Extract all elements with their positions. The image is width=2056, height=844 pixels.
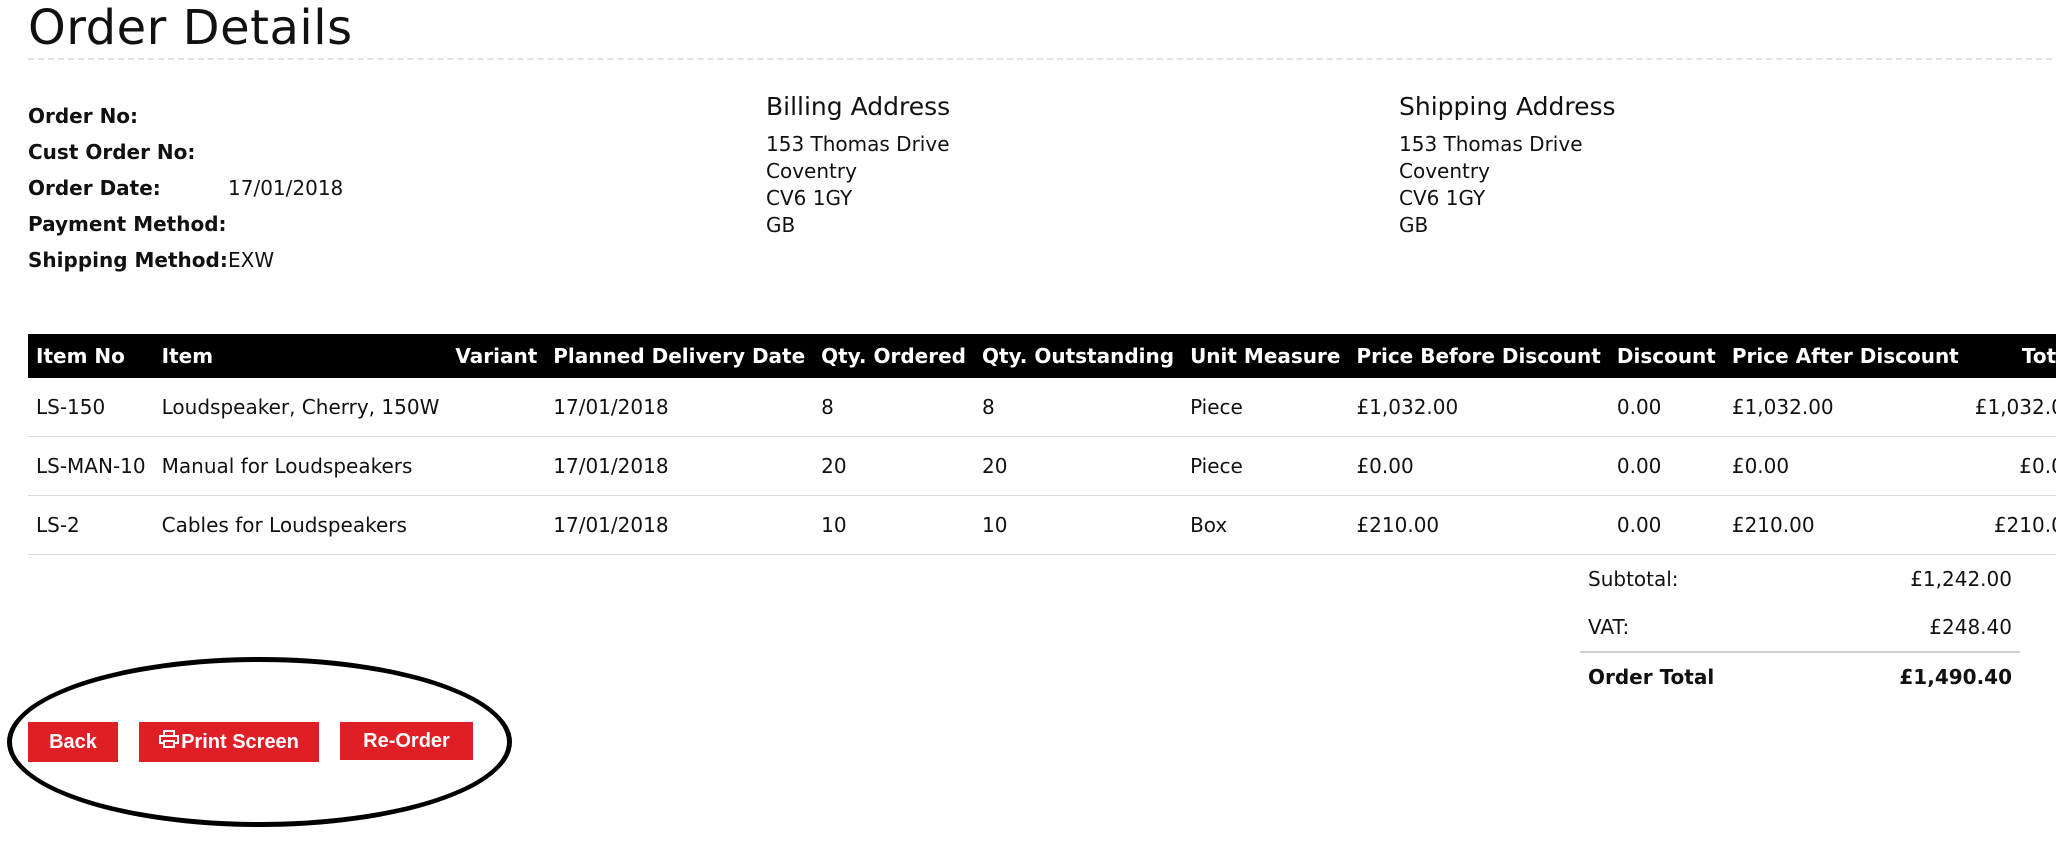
subtotal-label: Subtotal:: [1588, 567, 1679, 591]
reorder-button[interactable]: Re-Order: [340, 722, 473, 760]
shipping-method-row: Shipping Method: EXW: [28, 242, 548, 278]
cell-item: Loudspeaker, Cherry, 150W: [153, 378, 448, 437]
cell-discount: 0.00: [1608, 378, 1724, 437]
col-header-price-before-discount: Price Before Discount: [1348, 334, 1609, 378]
col-header-qty-outstanding: Qty. Outstanding: [974, 334, 1183, 378]
cell-total: £0.00: [1966, 436, 2056, 496]
cell-discount: 0.00: [1608, 436, 1724, 496]
col-header-item: Item: [153, 334, 448, 378]
cell-qty-outstanding: 20: [974, 436, 1183, 496]
cell-qty-ordered: 20: [813, 436, 974, 496]
table-header-row: Item No Item Variant Planned Delivery Da…: [28, 334, 2056, 378]
order-lines-table: Item No Item Variant Planned Delivery Da…: [28, 334, 2056, 555]
table-row: LS-2 Cables for Loudspeakers 17/01/2018 …: [28, 495, 2056, 555]
shipping-address-line: GB: [1399, 213, 1429, 237]
cell-unit-measure: Piece: [1182, 378, 1349, 437]
cell-variant: [447, 378, 546, 437]
billing-address-line: 153 Thomas Drive: [766, 132, 950, 156]
cell-planned-delivery-date: 17/01/2018: [545, 495, 814, 555]
cust-order-no-label: Cust Order No:: [28, 140, 196, 164]
cell-price-after-discount: £0.00: [1723, 436, 1967, 496]
order-total-value: £1,490.40: [1899, 665, 2012, 689]
order-date-value: 17/01/2018: [228, 176, 344, 200]
order-info: Order No: Cust Order No: Order Date: 17/…: [28, 98, 548, 278]
col-header-qty-ordered: Qty. Ordered: [813, 334, 974, 378]
table-row: LS-MAN-10 Manual for Loudspeakers 17/01/…: [28, 436, 2056, 496]
billing-address-line: CV6 1GY: [766, 186, 853, 210]
cell-unit-measure: Piece: [1182, 436, 1349, 496]
shipping-address-line: CV6 1GY: [1399, 186, 1486, 210]
order-date-label: Order Date:: [28, 176, 161, 200]
col-header-unit-measure: Unit Measure: [1182, 334, 1349, 378]
vat-row: VAT: £248.40: [1580, 603, 2020, 651]
order-total-label: Order Total: [1588, 665, 1715, 689]
shipping-address: Shipping Address 153 Thomas Drive Covent…: [1399, 92, 1819, 239]
back-button[interactable]: Back: [28, 722, 118, 762]
vat-value: £248.40: [1929, 615, 2012, 639]
col-header-total: Total: [1966, 334, 2056, 378]
cell-qty-outstanding: 8: [974, 378, 1183, 437]
cell-price-before-discount: £0.00: [1348, 436, 1609, 496]
order-date-row: Order Date: 17/01/2018: [28, 170, 548, 206]
col-header-planned-delivery-date: Planned Delivery Date: [545, 334, 814, 378]
billing-address-line: Coventry: [766, 159, 857, 183]
cell-discount: 0.00: [1608, 495, 1724, 555]
cell-qty-ordered: 10: [813, 495, 974, 555]
cell-total: £210.00: [1966, 495, 2056, 555]
title-divider: [28, 58, 2052, 60]
col-header-price-after-discount: Price After Discount: [1723, 334, 1967, 378]
shipping-address-line: 153 Thomas Drive: [1399, 132, 1583, 156]
col-header-item-no: Item No: [28, 334, 154, 378]
print-screen-button[interactable]: Print Screen: [139, 722, 319, 762]
cell-unit-measure: Box: [1182, 495, 1349, 555]
order-no-row: Order No:: [28, 98, 548, 134]
order-totals: Subtotal: £1,242.00 VAT: £248.40 Order T…: [1580, 555, 2020, 701]
print-screen-button-label: Print Screen: [181, 730, 299, 753]
table-row: LS-150 Loudspeaker, Cherry, 150W 17/01/2…: [28, 378, 2056, 437]
cust-order-no-row: Cust Order No:: [28, 134, 548, 170]
payment-method-row: Payment Method:: [28, 206, 548, 242]
cell-item: Manual for Loudspeakers: [153, 436, 448, 496]
subtotal-value: £1,242.00: [1910, 567, 2012, 591]
cell-qty-ordered: 8: [813, 378, 974, 437]
payment-method-label: Payment Method:: [28, 212, 227, 236]
back-button-label: Back: [49, 730, 97, 753]
col-header-variant: Variant: [447, 334, 546, 378]
billing-address-line: GB: [766, 213, 796, 237]
cell-price-after-discount: £210.00: [1723, 495, 1967, 555]
order-total-row: Order Total £1,490.40: [1580, 651, 2020, 701]
shipping-method-label: Shipping Method:: [28, 248, 228, 272]
col-header-discount: Discount: [1608, 334, 1724, 378]
cell-total: £1,032.00: [1966, 378, 2056, 437]
page-title: Order Details: [28, 0, 353, 56]
vat-label: VAT:: [1588, 615, 1630, 639]
reorder-button-label: Re-Order: [363, 729, 450, 752]
cell-planned-delivery-date: 17/01/2018: [545, 436, 814, 496]
billing-address-heading: Billing Address: [766, 92, 951, 121]
cell-price-before-discount: £1,032.00: [1348, 378, 1609, 437]
cell-item: Cables for Loudspeakers: [153, 495, 448, 555]
printer-icon: [159, 730, 180, 754]
cell-price-after-discount: £1,032.00: [1723, 378, 1967, 437]
shipping-address-heading: Shipping Address: [1399, 92, 1616, 121]
cell-variant: [447, 495, 546, 555]
cell-item-no: LS-2: [28, 495, 154, 555]
cell-item-no: LS-150: [28, 378, 154, 437]
cell-price-before-discount: £210.00: [1348, 495, 1609, 555]
order-no-label: Order No:: [28, 104, 139, 128]
billing-address: Billing Address 153 Thomas Drive Coventr…: [766, 92, 1186, 239]
shipping-address-line: Coventry: [1399, 159, 1490, 183]
cell-item-no: LS-MAN-10: [28, 436, 154, 496]
subtotal-row: Subtotal: £1,242.00: [1580, 555, 2020, 603]
cell-qty-outstanding: 10: [974, 495, 1183, 555]
cell-variant: [447, 436, 546, 496]
cell-planned-delivery-date: 17/01/2018: [545, 378, 814, 437]
shipping-method-value: EXW: [228, 248, 275, 272]
